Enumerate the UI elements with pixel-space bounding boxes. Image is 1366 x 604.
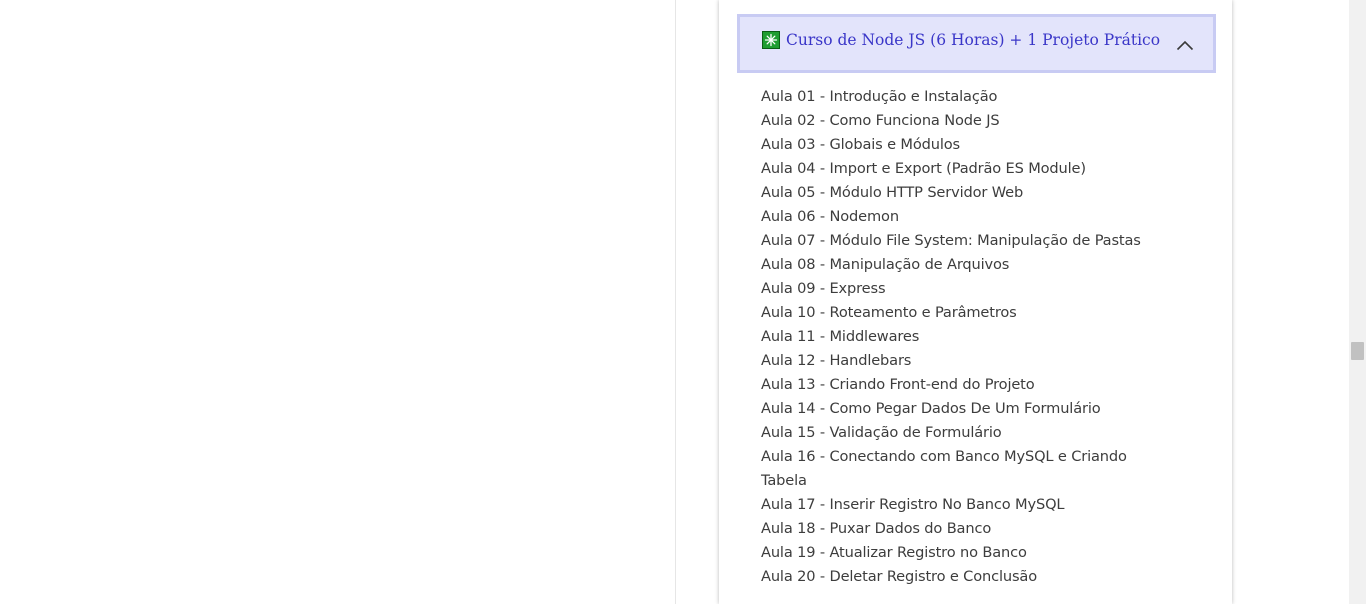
lesson-item: Aula 11 - Middlewares — [761, 328, 920, 345]
lesson-item: Aula 08 - Manipulação de Arquivos — [761, 256, 1010, 273]
lesson-item: Aula 19 - Atualizar Registro no Banco — [761, 544, 1027, 561]
lesson-item: Aula 04 - Import e Export (Padrão ES Mod… — [761, 160, 1086, 177]
chevron-up-icon[interactable] — [1176, 36, 1194, 51]
lesson-item: Aula 20 - Deletar Registro e Conclusão — [761, 568, 1037, 585]
lesson-list: Aula 01 - Introdução e Instalação Aula 0… — [761, 85, 1166, 589]
green-sparkle-icon — [762, 31, 780, 49]
lesson-item: Aula 02 - Como Funciona Node JS — [761, 112, 1000, 129]
lesson-item: Aula 13 - Criando Front-end do Projeto — [761, 376, 1035, 393]
lesson-item: Aula 16 - Conectando com Banco MySQL e C… — [761, 448, 1127, 489]
lesson-item: Aula 15 - Validação de Formulário — [761, 424, 1002, 441]
vertical-scrollbar[interactable] — [1349, 0, 1366, 604]
lesson-item: Aula 01 - Introdução e Instalação — [761, 88, 998, 105]
lesson-item: Aula 05 - Módulo HTTP Servidor Web — [761, 184, 1024, 201]
lesson-item: Aula 10 - Roteamento e Parâmetros — [761, 304, 1017, 321]
lesson-item: Aula 03 - Globais e Módulos — [761, 136, 960, 153]
lesson-item: Aula 07 - Módulo File System: Manipulaçã… — [761, 232, 1141, 249]
scrollbar-thumb[interactable] — [1351, 342, 1364, 360]
lesson-item: Aula 09 - Express — [761, 280, 886, 297]
accordion-header[interactable]: Curso de Node JS (6 Horas) + 1 Projeto P… — [737, 14, 1216, 73]
lesson-item: Aula 14 - Como Pegar Dados De Um Formulá… — [761, 400, 1101, 417]
accordion-title: Curso de Node JS (6 Horas) + 1 Projeto P… — [786, 31, 1161, 49]
lesson-item: Aula 06 - Nodemon — [761, 208, 899, 225]
lesson-item: Aula 18 - Puxar Dados do Banco — [761, 520, 992, 537]
lesson-item: Aula 17 - Inserir Registro No Banco MySQ… — [761, 496, 1065, 513]
lesson-item: Aula 12 - Handlebars — [761, 352, 912, 369]
